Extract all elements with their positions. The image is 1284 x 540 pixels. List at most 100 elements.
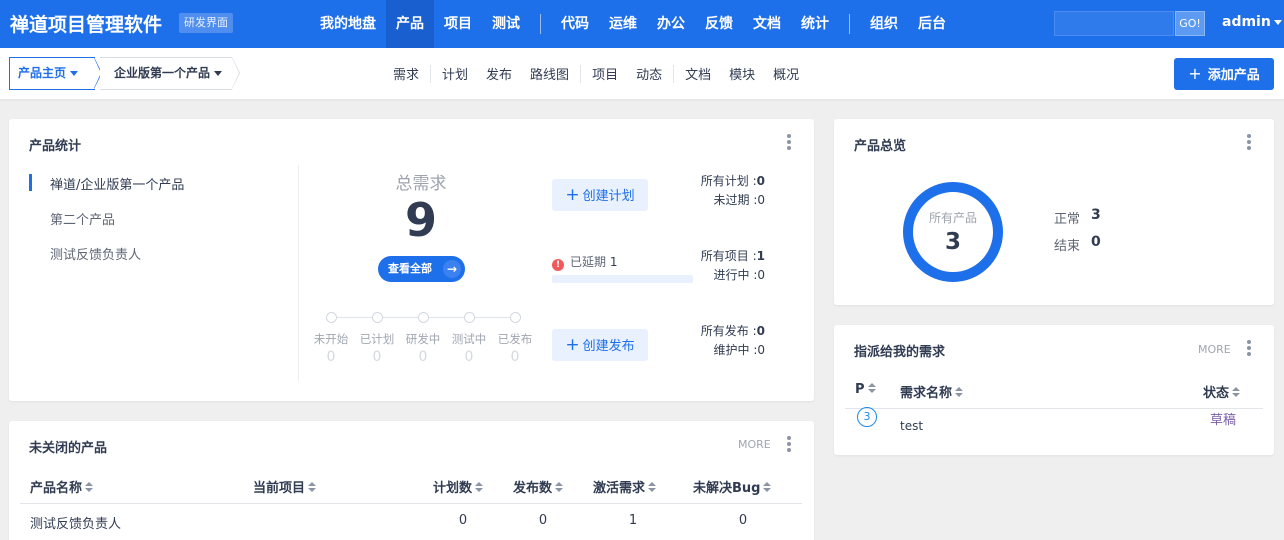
column-header-name[interactable]: 产品名称 <box>30 477 94 496</box>
product-list-item[interactable]: 测试反馈负责人 <box>29 244 141 263</box>
product-stats-panel: 产品统计 禅道/企业版第一个产品 第二个产品 测试反馈负责人 总需求 9 查看全… <box>9 119 814 401</box>
stat-label: 所有计划 : <box>700 174 757 188</box>
releases-count: 0 <box>538 513 548 528</box>
stage-label: 已发布 <box>497 332 533 346</box>
more-link[interactable]: MORE <box>1198 343 1231 356</box>
column-header-priority[interactable]: P <box>855 382 876 397</box>
sort-icon <box>648 482 657 493</box>
breadcrumb-arrow-inner <box>232 58 239 88</box>
subnav-plan[interactable]: 计划 <box>433 64 477 83</box>
nav-feedback[interactable]: 反馈 <box>695 0 743 48</box>
breadcrumb-product-select[interactable]: 企业版第一个产品 <box>100 57 232 90</box>
create-plan-button[interactable]: + 创建计划 <box>552 179 648 211</box>
search-go-button[interactable]: GO! <box>1175 11 1205 36</box>
add-product-label: 添加产品 <box>1207 68 1260 83</box>
main-nav: 我的地盘 产品 项目 测试 代码 运维 办公 反馈 文档 统计 组织 后台 <box>310 0 956 48</box>
stage-label: 测试中 <box>451 332 487 346</box>
breadcrumb-product-home[interactable]: 产品主页 <box>9 57 95 90</box>
more-menu-icon[interactable] <box>787 134 791 152</box>
column-header-status[interactable]: 状态 <box>1203 382 1241 401</box>
stat-value: 1 <box>756 249 765 263</box>
bugs-count: 0 <box>738 513 748 528</box>
sort-icon <box>763 482 772 493</box>
ring-value: 3 <box>944 229 961 255</box>
top-header: 禅道项目管理软件 研发界面 我的地盘 产品 项目 测试 代码 运维 办公 反馈 … <box>0 0 1284 48</box>
breadcrumb-label: 企业版第一个产品 <box>114 66 211 80</box>
sub-header: 产品主页 企业版第一个产品 需求 计划 发布 路线图 项目 动态 文档 模块 概… <box>0 48 1284 99</box>
nav-stats[interactable]: 统计 <box>791 0 839 48</box>
product-name-link[interactable]: 测试反馈负责人 <box>30 513 121 532</box>
brand-title[interactable]: 禅道项目管理软件 <box>10 10 162 37</box>
column-header-releases[interactable]: 发布数 <box>513 477 564 496</box>
panel-title: 指派给我的需求 <box>854 345 946 360</box>
subnav-divider <box>673 64 675 83</box>
subnav-overview[interactable]: 概况 <box>764 64 808 83</box>
subnav-roadmap[interactable]: 路线图 <box>521 64 578 83</box>
create-release-button[interactable]: + 创建发布 <box>552 329 648 361</box>
sort-icon <box>555 482 564 493</box>
divider <box>298 165 299 381</box>
normal-label: 正常 <box>1054 212 1081 227</box>
delayed-label: 已延期 <box>570 255 607 269</box>
column-label: 计划数 <box>433 481 473 496</box>
nav-office[interactable]: 办公 <box>647 0 695 48</box>
more-link[interactable]: MORE <box>738 438 771 451</box>
sort-icon <box>1232 387 1241 398</box>
subnav-release[interactable]: 发布 <box>477 64 521 83</box>
releases-all: 所有发布 :0 <box>645 322 765 339</box>
column-header-active-stories[interactable]: 激活需求 <box>593 477 657 496</box>
stage-label: 研发中 <box>405 332 441 346</box>
column-label: 状态 <box>1203 386 1230 401</box>
subnav-story[interactable]: 需求 <box>384 64 428 83</box>
column-header-plans[interactable]: 计划数 <box>433 477 484 496</box>
subnav-module[interactable]: 模块 <box>720 64 764 83</box>
subnav-project[interactable]: 项目 <box>583 64 627 83</box>
story-name-link[interactable]: test <box>900 419 923 433</box>
nav-org[interactable]: 组织 <box>860 0 908 48</box>
stat-value: 0 <box>756 324 765 338</box>
stage-value: 0 <box>418 349 428 365</box>
nav-code[interactable]: 代码 <box>551 0 599 48</box>
nav-divider <box>540 14 541 34</box>
stat-label: 所有发布 : <box>700 324 757 338</box>
stage-dot <box>510 312 521 323</box>
interface-tag[interactable]: 研发界面 <box>179 13 233 33</box>
stage-value: 0 <box>510 349 520 365</box>
column-header-project[interactable]: 当前项目 <box>253 477 317 496</box>
closed-value: 0 <box>1091 234 1101 250</box>
arrow-right-icon: → <box>443 260 461 278</box>
plus-icon: + <box>565 185 580 205</box>
nav-doc[interactable]: 文档 <box>743 0 791 48</box>
more-menu-icon[interactable] <box>1247 340 1251 358</box>
normal-value: 3 <box>1091 207 1101 223</box>
subnav-divider <box>580 64 582 83</box>
releases-maint: 维护中 :0 <box>645 341 766 358</box>
product-list-item[interactable]: 第二个产品 <box>29 209 115 228</box>
sort-icon <box>955 387 964 398</box>
column-header-story-name[interactable]: 需求名称 <box>900 382 964 401</box>
chevron-down-icon <box>214 71 223 76</box>
nav-product[interactable]: 产品 <box>386 0 434 48</box>
nav-ops[interactable]: 运维 <box>599 0 647 48</box>
nav-my[interactable]: 我的地盘 <box>310 0 386 48</box>
subnav-doc[interactable]: 文档 <box>676 64 720 83</box>
search-input[interactable] <box>1054 11 1174 36</box>
sort-icon <box>867 383 876 394</box>
stat-value: 0 <box>757 268 765 282</box>
subnav-dynamic[interactable]: 动态 <box>627 64 671 83</box>
view-all-button[interactable]: 查看全部 → <box>378 256 465 282</box>
product-list-item[interactable]: 禅道/企业版第一个产品 <box>29 174 184 193</box>
stage-value: 0 <box>326 349 336 365</box>
stage-dot <box>372 312 383 323</box>
add-product-button[interactable]: + 添加产品 <box>1174 58 1274 90</box>
create-release-label: 创建发布 <box>582 339 635 354</box>
chevron-down-icon <box>70 71 79 76</box>
column-header-bugs[interactable]: 未解决Bug <box>693 477 772 496</box>
more-menu-icon[interactable] <box>787 436 791 454</box>
user-menu[interactable]: admin <box>1222 14 1282 30</box>
column-label: 未解决Bug <box>693 481 761 496</box>
nav-test[interactable]: 测试 <box>482 0 530 48</box>
nav-project[interactable]: 项目 <box>434 0 482 48</box>
more-menu-icon[interactable] <box>1247 134 1251 152</box>
nav-admin[interactable]: 后台 <box>908 0 956 48</box>
